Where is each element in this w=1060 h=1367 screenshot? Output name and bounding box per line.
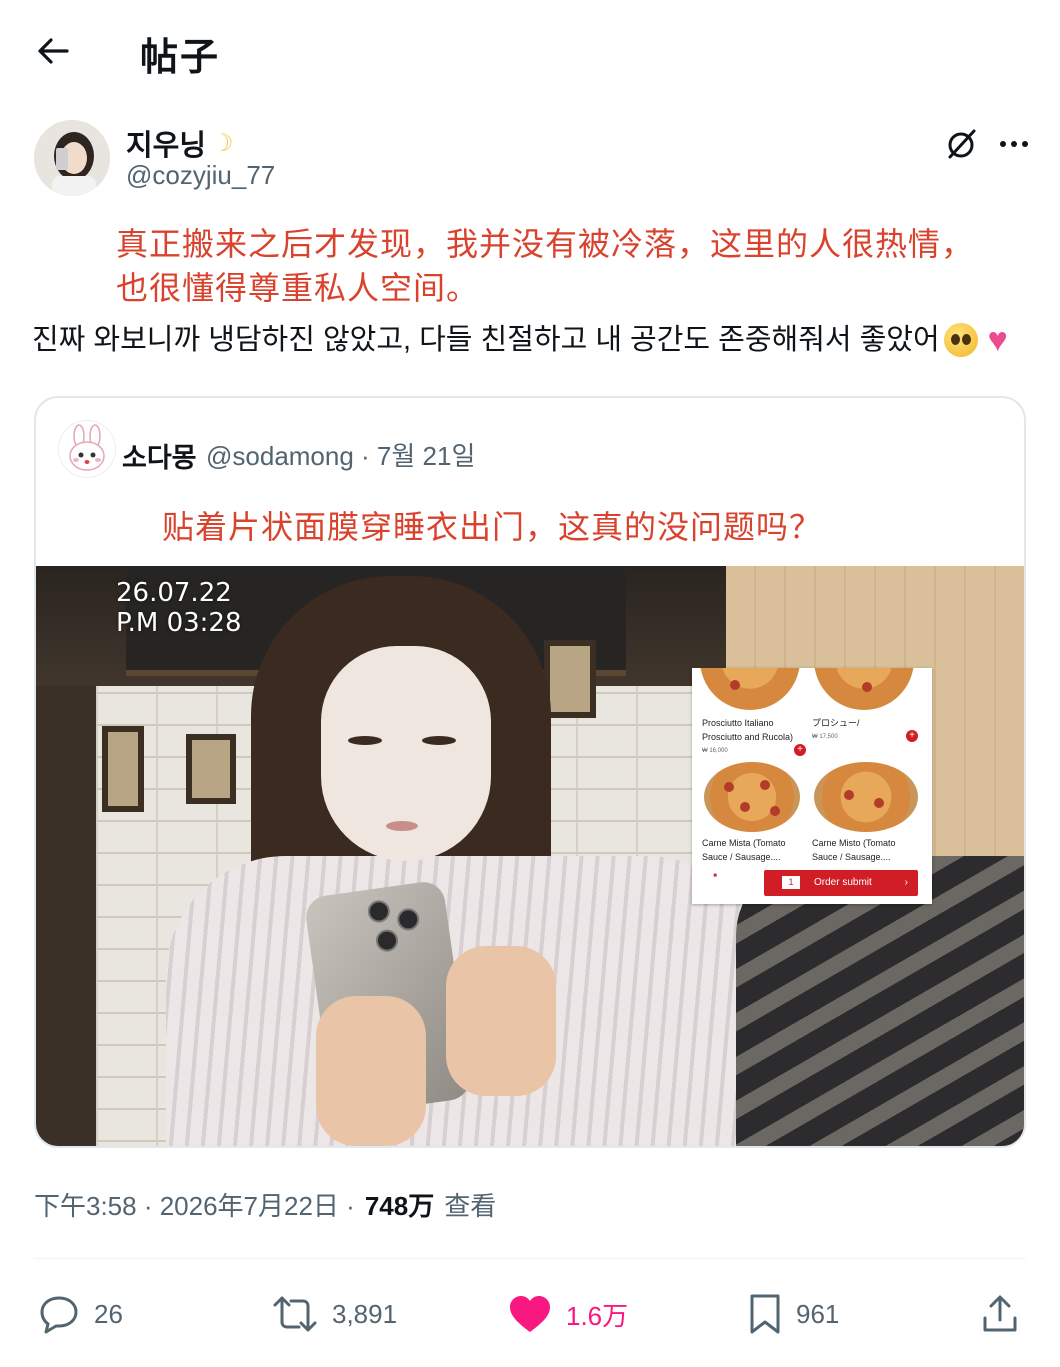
photo-date-stamp: 26.07.22 P.M 03:28 — [116, 578, 242, 638]
repost-button[interactable]: 3,891 — [272, 1288, 397, 1340]
post-text-body: 진짜 와보니까 냉담하진 않았고, 다들 친절하고 내 공간도 존중해줘서 좋았… — [32, 324, 940, 356]
grok-icon — [948, 129, 976, 159]
post-timestamp: 下午3:58 · 2026年7月22日 · 748万 查看 — [34, 1186, 496, 1223]
more-icon — [1000, 141, 1028, 147]
menu-logo-icon: ■ — [713, 873, 717, 879]
top-bar: 帖子 — [0, 0, 1060, 100]
quote-translation-caption: 贴着片状面膜穿睡衣出门，这真的没问题吗？ — [162, 509, 823, 545]
moon-icon: ☽ — [212, 129, 234, 157]
photo-hand-left — [316, 996, 426, 1146]
menu-item-1-name: Prosciutto Italiano Prosciutto and Rucol… — [702, 718, 794, 742]
share-icon — [983, 1295, 1017, 1332]
author-name-text: 지우닝 — [126, 130, 207, 162]
photo-frame-3 — [544, 640, 596, 718]
menu-item-2-name: プロシュー/ — [812, 718, 860, 728]
photo-mouth — [386, 821, 418, 831]
menu-screenshot: Prosciutto Italiano Prosciutto and Rucol… — [692, 668, 932, 904]
translation-line-1: 真正搬来之后才发现，我并没有被冷落，这里的人很热情， — [116, 226, 975, 262]
views-label: 查看 — [444, 1191, 497, 1221]
timestamp-text: 下午3:58 · 2026年7月22日 · — [34, 1191, 355, 1221]
pizza-image-4 — [814, 762, 918, 832]
author-avatar[interactable] — [34, 120, 110, 196]
menu-item-1-price: ₩ 16,000 — [702, 748, 728, 754]
translation-line-2: 也很懂得尊重私人空间。 — [116, 270, 480, 306]
reply-button[interactable]: 26 — [38, 1288, 123, 1340]
page-title: 帖子 — [140, 37, 221, 79]
bookmark-icon — [750, 1294, 780, 1334]
photo-hand-right — [446, 946, 556, 1096]
more-options-button[interactable] — [992, 122, 1036, 166]
reply-count: 26 — [94, 1298, 123, 1329]
chevron-right-icon: › — [904, 877, 908, 888]
pizza-image-3 — [704, 762, 800, 832]
bookmark-count: 961 — [796, 1298, 840, 1329]
back-button[interactable] — [30, 28, 76, 74]
grok-button[interactable] — [940, 122, 984, 166]
heart-filled-icon — [510, 1296, 550, 1332]
quoted-photo[interactable]: 26.07.22 P.M 03:28 Prosciutto Italiano P… — [36, 566, 1024, 1146]
share-button[interactable] — [982, 1288, 1018, 1340]
menu-item-2-price: ₩ 17,500 — [812, 734, 838, 740]
menu-item-4-name: Carne Misto (Tomato Sauce / Sausage.... — [812, 838, 896, 862]
bookmark-button[interactable]: 961 — [748, 1288, 839, 1340]
divider — [34, 1258, 1026, 1259]
photo-frame-2 — [186, 734, 236, 804]
pleading-face-emoji-icon — [943, 323, 978, 357]
order-count: 1 — [782, 876, 800, 889]
arrow-left-icon — [38, 38, 69, 64]
pink-heart-emoji-icon: ♥ — [987, 321, 1008, 359]
quote-author-name: 소다몽 — [122, 443, 197, 473]
pizza-image-2 — [814, 668, 914, 710]
photo-frame-1 — [102, 726, 144, 812]
repost-icon — [273, 1296, 317, 1332]
quoted-post-card[interactable]: 소다몽 @sodamong · 7월 21일 贴着片状面膜穿睡衣出门，这真的没问… — [34, 396, 1026, 1148]
quote-author-avatar — [58, 420, 116, 478]
post-text: 진짜 와보니까 냉담하진 않았고, 다들 친절하고 내 공간도 존중해줘서 좋았… — [32, 318, 1032, 362]
menu-item-3-name: Carne Mista (Tomato Sauce / Sausage.... — [702, 838, 786, 862]
reply-icon — [40, 1296, 78, 1334]
pizza-image-1 — [700, 668, 800, 710]
like-count: 1.6万 — [566, 1300, 629, 1331]
menu-add-icon: + — [794, 744, 806, 756]
quote-meta: @sodamong · 7월 21일 — [206, 441, 476, 471]
repost-count: 3,891 — [332, 1298, 398, 1329]
like-button[interactable]: 1.6万 — [508, 1288, 628, 1340]
photo-eye-right — [422, 736, 456, 745]
photo-eye-left — [348, 736, 382, 745]
translation-caption: 真正搬来之后才发现，我并没有被冷落，这里的人很热情， 也很懂得尊重私人空间。 — [116, 222, 1016, 310]
author-name[interactable]: 지우닝 ☽ — [126, 122, 234, 164]
views-count: 748万 — [364, 1191, 435, 1221]
author-handle[interactable]: @cozyjiu_77 — [126, 160, 275, 191]
order-label: Order submit — [814, 877, 872, 888]
order-submit-bar: 1 Order submit › — [764, 870, 918, 896]
menu-add-icon: + — [906, 730, 918, 742]
